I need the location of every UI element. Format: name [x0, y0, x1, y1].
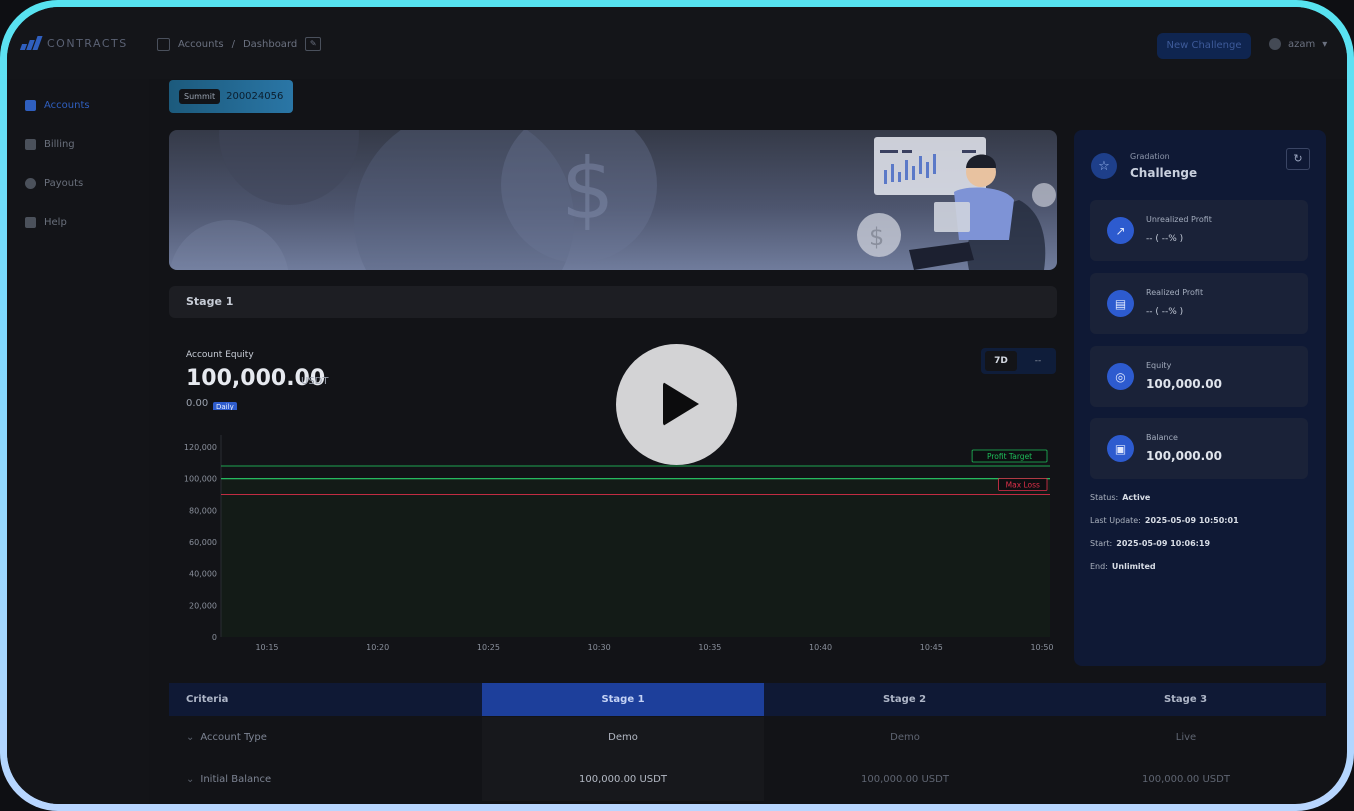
play-button[interactable] — [616, 344, 737, 465]
